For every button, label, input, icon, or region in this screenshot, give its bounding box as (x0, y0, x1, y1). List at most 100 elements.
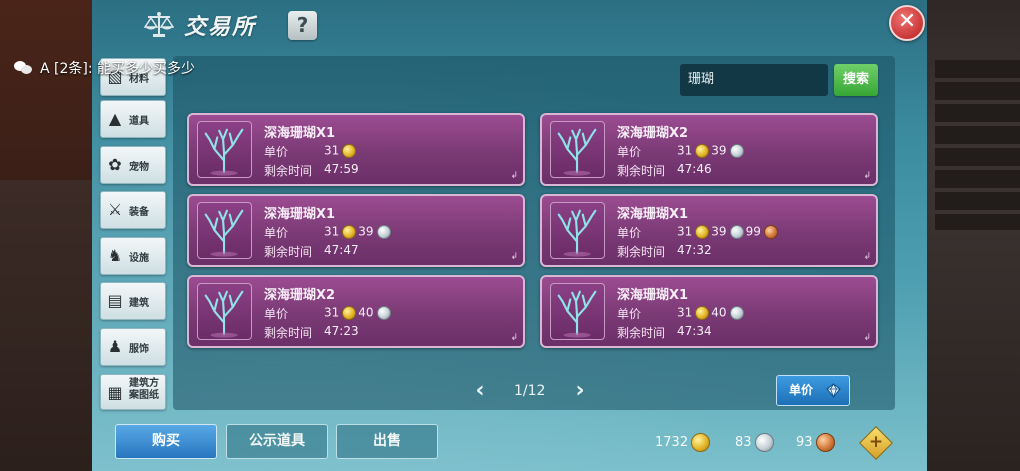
close-button[interactable]: ✕ (889, 5, 925, 41)
price-value: 31 39 (324, 224, 393, 240)
next-page-button[interactable]: › (572, 380, 588, 402)
search-button[interactable]: 搜索 (834, 64, 878, 96)
time-label: 剩余时间 (617, 326, 666, 340)
help-button[interactable]: ? (288, 11, 317, 40)
time-remaining: 47:34 (677, 324, 712, 338)
gold-price: 31 (677, 143, 693, 158)
gold-price: 31 (324, 224, 340, 239)
sort-label: 单价 (789, 383, 814, 397)
sidebar-item-pets[interactable]: ✿ 宠物 (100, 146, 166, 184)
prev-page-button[interactable]: ‹ (472, 380, 488, 402)
paw-icon: ✿ (108, 155, 122, 174)
chat-text: A [2条]: 能买多少买多少 (40, 61, 196, 77)
gold-price: 31 (677, 224, 693, 239)
page-indicator: 1/12 (514, 383, 546, 399)
sidebar-item-props[interactable]: ▲ 道具 (100, 100, 166, 138)
page-title: 交易所 (184, 15, 257, 40)
sword-shield-icon: ⚔ (107, 200, 123, 219)
gold-price: 31 (677, 305, 693, 320)
blueprint-icon: ▦ (107, 383, 123, 402)
silver-price: 39 (711, 143, 727, 158)
scale-icon (144, 12, 174, 37)
corner-arrow-icon: ↲ (863, 171, 871, 181)
price-value: 31 40 (677, 305, 746, 321)
background-shelf (935, 60, 1020, 230)
corner-arrow-icon: ↲ (863, 252, 871, 262)
price-value: 31 (324, 143, 358, 159)
price-label: 单价 (264, 145, 289, 159)
corner-arrow-icon: ↲ (863, 333, 871, 343)
listing-card[interactable]: 深海珊瑚X1 单价 31 39 99 剩余时间 47:32 ↲ (540, 194, 878, 267)
coral-icon (197, 121, 252, 178)
listing-card[interactable]: 深海珊瑚X1 单价 31 剩余时间 47:59 ↲ (187, 113, 525, 186)
background-right (925, 0, 1020, 471)
silver-price: 40 (358, 305, 374, 320)
copper-coin-icon (763, 224, 778, 239)
item-name: 深海珊瑚X1 (617, 207, 689, 222)
buy-button[interactable]: 购买 (115, 424, 217, 459)
item-name: 深海珊瑚X1 (617, 288, 689, 303)
coral-icon (197, 283, 252, 340)
price-label: 单价 (617, 307, 642, 321)
shirt-icon: ♟ (107, 337, 123, 356)
listing-card[interactable]: 深海珊瑚X1 单价 31 40 剩余时间 47:34 ↲ (540, 275, 878, 348)
time-remaining: 47:23 (324, 324, 359, 338)
item-name: 深海珊瑚X2 (617, 126, 689, 141)
item-name: 深海珊瑚X2 (264, 288, 336, 303)
gold-amount: 1732 (655, 435, 689, 450)
facility-icon: ♞ (107, 246, 123, 265)
gold-coin-icon (695, 224, 710, 239)
sidebar-item-label: 建筑 (129, 298, 149, 309)
sidebar-item-label: 服饰 (129, 344, 149, 355)
time-label: 剩余时间 (264, 164, 313, 178)
flask-icon: ▲ (108, 109, 122, 128)
silver-amount: 83 (735, 435, 752, 450)
time-label: 剩余时间 (264, 245, 313, 259)
sidebar-item-label: 装备 (129, 207, 149, 218)
gold-coin-icon (342, 224, 357, 239)
time-label: 剩余时间 (264, 326, 313, 340)
copper-price: 99 (745, 224, 761, 239)
price-value: 31 40 (324, 305, 393, 321)
corner-arrow-icon: ↲ (510, 333, 518, 343)
sidebar-item-label: 道具 (129, 116, 149, 127)
sidebar-item-blueprint[interactable]: ▦ 建筑方案图纸 (100, 374, 166, 410)
search-input[interactable]: 珊瑚 (680, 64, 828, 96)
silver-coin-icon (729, 224, 744, 239)
public-items-button[interactable]: 公示道具 (226, 424, 328, 459)
price-label: 单价 (264, 226, 289, 240)
coral-icon (197, 202, 252, 259)
silver-coin-icon (754, 433, 774, 452)
gold-price: 31 (324, 305, 340, 320)
copper-amount: 93 (796, 435, 813, 450)
item-name: 深海珊瑚X1 (264, 126, 336, 141)
price-label: 单价 (617, 226, 642, 240)
time-remaining: 47:47 (324, 243, 359, 257)
sidebar-item-equipment[interactable]: ⚔ 装备 (100, 191, 166, 229)
wallet-gold: 1732 (655, 433, 712, 452)
sort-by-price-button[interactable]: 单价 (776, 375, 850, 406)
time-label: 剩余时间 (617, 245, 666, 259)
panel-header: 交易所 ? ✕ (92, 0, 927, 48)
price-label: 单价 (617, 145, 642, 159)
coral-icon (550, 202, 605, 259)
coral-icon (550, 121, 605, 178)
sell-button[interactable]: 出售 (336, 424, 438, 459)
sidebar-item-building[interactable]: ▤ 建筑 (100, 282, 166, 320)
sidebar-item-label: 设施 (129, 253, 149, 264)
listing-card[interactable]: 深海珊瑚X2 单价 31 40 剩余时间 47:23 ↲ (187, 275, 525, 348)
listing-card[interactable]: 深海珊瑚X1 单价 31 39 剩余时间 47:47 ↲ (187, 194, 525, 267)
gold-coin-icon (691, 433, 711, 452)
diamond-icon (826, 383, 841, 398)
listing-card[interactable]: 深海珊瑚X2 单价 31 39 剩余时间 47:46 ↲ (540, 113, 878, 186)
plus-icon: + (868, 432, 884, 452)
silver-coin-icon (376, 305, 391, 320)
chat-notification[interactable]: A [2条]: 能买多少买多少 (14, 58, 195, 78)
corner-arrow-icon: ↲ (510, 252, 518, 262)
time-remaining: 47:32 (677, 243, 712, 257)
sidebar-item-facility[interactable]: ♞ 设施 (100, 237, 166, 275)
wallet-silver: 83 (735, 433, 776, 452)
copper-coin-icon (815, 433, 835, 452)
time-remaining: 47:46 (677, 162, 712, 176)
sidebar-item-clothing[interactable]: ♟ 服饰 (100, 328, 166, 366)
